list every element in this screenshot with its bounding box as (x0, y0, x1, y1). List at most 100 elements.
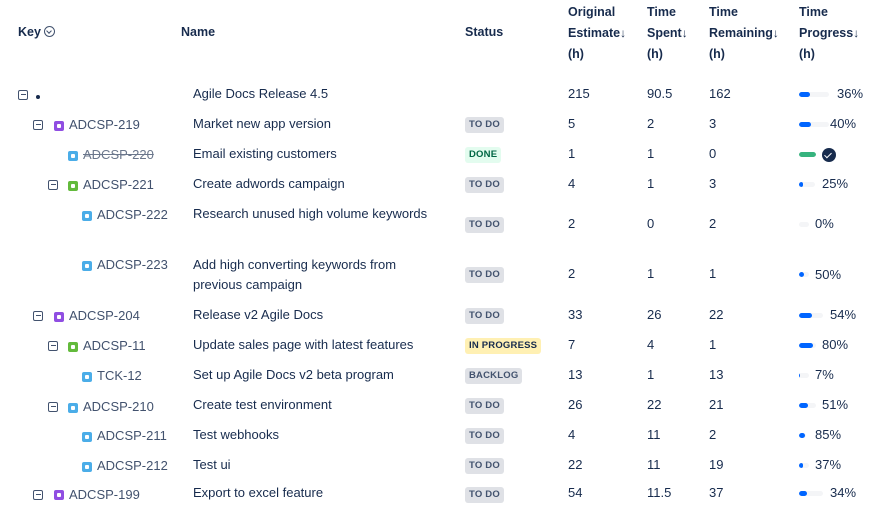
row-spent: 11 (647, 457, 661, 472)
status-badge: IN PROGRESS (465, 338, 542, 354)
row-estimate: 2 (568, 266, 576, 281)
sort-down-arrow-icon: ↓ (853, 26, 860, 40)
collapse-toggle-icon[interactable] (48, 402, 58, 412)
row-name[interactable]: Add high converting keywords from previo… (193, 255, 428, 295)
row-name[interactable]: Set up Agile Docs v2 beta program (193, 365, 428, 385)
sort-chevron-icon[interactable] (43, 26, 55, 37)
header-original-estimate[interactable]: Original Estimate↓ (h) (568, 2, 626, 65)
progress-bar (799, 222, 809, 227)
status-badge: DONE (465, 147, 502, 163)
progress-fill (799, 343, 813, 348)
issue-key-link[interactable]: TCK-12 (97, 366, 142, 386)
issue-key-link[interactable]: ADCSP-212 (97, 456, 168, 476)
row-remaining: 21 (709, 397, 724, 412)
status-badge: TO DO (465, 487, 504, 503)
progress-bar (799, 313, 823, 318)
row-estimate: 4 (568, 176, 576, 191)
row-name[interactable]: Email existing customers (193, 144, 428, 164)
row-spent: 11.5 (647, 485, 672, 500)
row-name[interactable]: Create adwords campaign (193, 174, 428, 194)
header-time-progress[interactable]: Time Progress↓ (h) (799, 2, 859, 65)
row-estimate: 26 (568, 397, 583, 412)
row-name[interactable]: Test webhooks (193, 425, 428, 445)
collapse-toggle-icon[interactable] (33, 311, 43, 321)
row-name[interactable]: Agile Docs Release 4.5 (193, 84, 428, 104)
issue-key-link[interactable]: ADCSP-210 (83, 397, 154, 417)
row-progress-label: 25% (822, 176, 849, 191)
row-estimate: 7 (568, 337, 576, 352)
row-progress-label: 51% (822, 397, 849, 412)
issue-key-link[interactable]: ADCSP-199 (69, 485, 140, 505)
row-progress-label: 7% (815, 367, 834, 382)
issue-key-link[interactable]: ADCSP-11 (83, 336, 146, 356)
row-remaining: 13 (709, 367, 724, 382)
header-estimate-line3: (h) (568, 47, 584, 61)
status-badge: TO DO (465, 117, 504, 133)
row-name[interactable]: Test ui (193, 455, 428, 475)
progress-bar (799, 343, 816, 348)
progress-bar (799, 403, 816, 408)
issue-key-link[interactable]: ADCSP-219 (69, 115, 140, 135)
header-name-label: Name (181, 25, 216, 39)
row-estimate: 54 (568, 485, 583, 500)
progress-bar (799, 373, 809, 378)
progress-fill (799, 182, 803, 187)
row-progress-label: 37% (815, 457, 842, 472)
progress-fill (799, 463, 803, 468)
row-remaining: 1 (709, 266, 717, 281)
row-estimate: 22 (568, 457, 583, 472)
progress-fill (799, 272, 804, 277)
row-estimate: 2 (568, 216, 576, 231)
collapse-toggle-icon[interactable] (33, 490, 43, 500)
row-progress-label: 36% (837, 86, 864, 101)
row-spent: 1 (647, 266, 655, 281)
row-spent: 0 (647, 216, 655, 231)
header-status[interactable]: Status (465, 22, 503, 43)
header-key[interactable]: Key (18, 22, 55, 43)
collapse-toggle-icon[interactable] (33, 120, 43, 130)
row-name[interactable]: Research unused high volume keywords (193, 204, 428, 224)
row-remaining: 37 (709, 485, 724, 500)
task-icon (82, 432, 92, 442)
status-badge: BACKLOG (465, 368, 523, 384)
row-name[interactable]: Create test environment (193, 395, 428, 415)
status-badge: TO DO (465, 308, 504, 324)
row-remaining: 2 (709, 216, 717, 231)
issue-key-link[interactable]: ADCSP-221 (83, 175, 154, 195)
header-name[interactable]: Name (181, 22, 215, 43)
collapse-toggle-icon[interactable] (48, 180, 58, 190)
story-icon (68, 342, 78, 352)
issue-key-link[interactable]: ADCSP-223 (97, 255, 168, 275)
collapse-toggle-icon[interactable] (48, 341, 58, 351)
header-spent-line3: (h) (647, 47, 663, 61)
row-name[interactable]: Release v2 Agile Docs (193, 305, 428, 325)
issue-key-link[interactable]: ADCSP-220 (83, 145, 154, 165)
header-time-spent[interactable]: Time Spent↓ (h) (647, 2, 688, 65)
row-progress-label: 54% (830, 307, 857, 322)
issue-key-link[interactable]: ADCSP-204 (69, 306, 140, 326)
collapse-toggle-icon[interactable] (18, 90, 28, 100)
row-name[interactable]: Update sales page with latest features (193, 335, 428, 355)
row-name[interactable]: Export to excel feature (193, 483, 428, 503)
header-spent-line2: Spent (647, 26, 682, 40)
row-estimate: 215 (568, 86, 590, 101)
row-estimate: 33 (568, 307, 583, 322)
status-badge: TO DO (465, 177, 504, 193)
issue-key-link[interactable]: ADCSP-211 (97, 426, 167, 446)
header-time-remaining[interactable]: Time Remaining↓ (h) (709, 2, 779, 65)
progress-bar (799, 92, 829, 97)
row-remaining: 0 (709, 146, 717, 161)
row-spent: 26 (647, 307, 662, 322)
progress-bar (799, 272, 809, 277)
header-status-label: Status (465, 25, 504, 39)
status-badge: TO DO (465, 428, 504, 444)
row-remaining: 3 (709, 116, 717, 131)
row-spent: 4 (647, 337, 655, 352)
status-badge: TO DO (465, 398, 504, 414)
progress-fill (799, 373, 800, 378)
row-name[interactable]: Market new app version (193, 114, 428, 134)
task-icon (82, 211, 92, 221)
issue-key-link[interactable]: ADCSP-222 (97, 205, 168, 225)
complete-check-icon (822, 148, 836, 162)
status-badge: TO DO (465, 217, 504, 233)
